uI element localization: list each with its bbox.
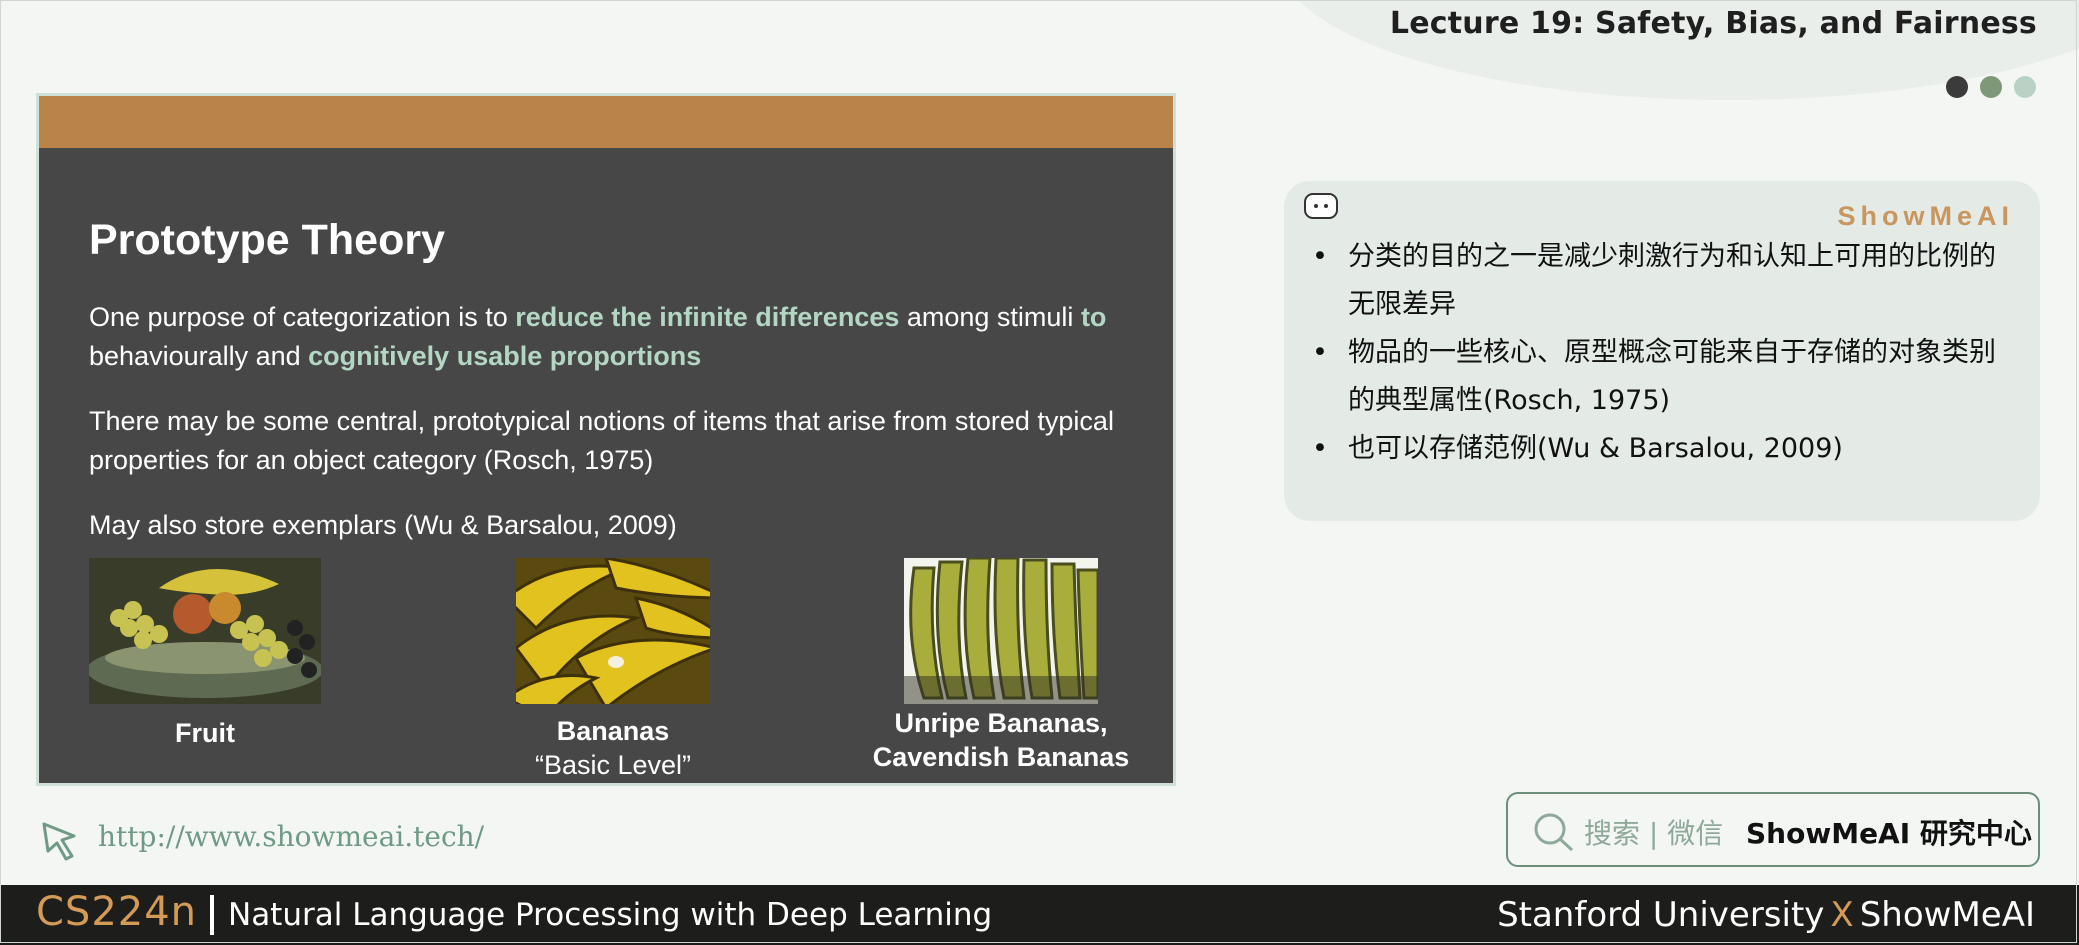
lecture-title: Lecture 19: Safety, Bias, and Fairness xyxy=(1389,6,2037,41)
cursor-pointer-icon xyxy=(38,818,84,869)
dot-3 xyxy=(2014,76,2036,98)
footer-university: Stanford University xyxy=(1497,895,1825,935)
note-bullet-2: 物品的一些核心、原型概念可能来自于存储的对象类别的典型属性(Rosch, 197… xyxy=(1306,329,2006,425)
search-account-name: ShowMeAI 研究中心 xyxy=(1746,817,2032,850)
fruit-caption-label: Fruit xyxy=(175,718,235,748)
p1-text-2: among stimuli xyxy=(899,302,1081,332)
footer-bar: CS224n Natural Language Processing with … xyxy=(0,885,2079,945)
bananas-caption: Bananas “Basic Level” xyxy=(486,714,740,782)
bananas-caption-sub: “Basic Level” xyxy=(534,750,692,780)
translation-note-card: ShowMeAI 分类的目的之一是减少刺激行为和认知上可用的比例的无限差异 物品… xyxy=(1284,181,2040,521)
search-icon xyxy=(1532,812,1576,857)
progress-dots xyxy=(1946,76,2036,98)
unripe-bananas-caption: Unripe Bananas, Cavendish Bananas xyxy=(851,706,1151,774)
note-brand: ShowMeAI xyxy=(1837,201,2014,231)
slide-paragraph-2: There may be some central, prototypical … xyxy=(89,406,1114,475)
p1-highlight-2: to xyxy=(1080,302,1107,332)
bananas-image xyxy=(516,558,710,704)
course-code: CS224n xyxy=(36,889,198,935)
slide-paragraph-3: May also store exemplars (Wu & Barsalou,… xyxy=(89,510,677,540)
note-bullet-list: 分类的目的之一是减少刺激行为和认知上可用的比例的无限差异 物品的一些核心、原型概… xyxy=(1306,233,2006,473)
slide-paragraph-1: One purpose of categorization is to redu… xyxy=(89,298,1129,376)
fruit-image xyxy=(89,558,321,704)
footer-brand: ShowMeAI xyxy=(1859,895,2035,935)
lecture-slide: Prototype Theory One purpose of categori… xyxy=(36,93,1176,786)
p1-text-3: behaviourally and xyxy=(89,341,309,371)
note-bullet-1: 分类的目的之一是减少刺激行为和认知上可用的比例的无限差异 xyxy=(1306,233,2006,329)
p1-highlight-3: cognitively usable proportions xyxy=(308,341,702,371)
bananas-illustration xyxy=(516,558,710,704)
bananas-caption-label: Bananas xyxy=(556,716,670,746)
note-bullet-3: 也可以存储范例(Wu & Barsalou, 2009) xyxy=(1306,425,2006,473)
course-name: Natural Language Processing with Deep Le… xyxy=(228,897,993,933)
unripe-caption-line-2: Cavendish Bananas xyxy=(872,742,1130,772)
p1-highlight-1: reduce the infinite differences xyxy=(515,302,900,332)
unripe-caption-line-1: Unripe Bananas, xyxy=(894,708,1108,738)
footer-credits: Stanford University X ShowMeAI xyxy=(1497,895,2035,935)
footer-divider xyxy=(210,895,214,935)
robot-icon xyxy=(1304,193,1338,219)
website-link[interactable]: http://www.showmeai.tech/ xyxy=(98,820,484,853)
unripe-bananas-illustration xyxy=(904,558,1098,704)
unripe-bananas-image xyxy=(904,558,1098,704)
dot-2 xyxy=(1980,76,2002,98)
search-label: 搜索 | 微信 xyxy=(1584,817,1724,850)
fruit-caption: Fruit xyxy=(89,716,321,750)
wechat-search-box[interactable]: 搜索 | 微信 ShowMeAI 研究中心 xyxy=(1506,792,2040,867)
p1-text-1: One purpose of categorization is to xyxy=(89,302,516,332)
fruit-illustration xyxy=(89,558,321,704)
dot-1 xyxy=(1946,76,1968,98)
slide-title: Prototype Theory xyxy=(89,216,445,264)
footer-x: X xyxy=(1830,895,1854,935)
slide-header-band xyxy=(39,96,1173,148)
